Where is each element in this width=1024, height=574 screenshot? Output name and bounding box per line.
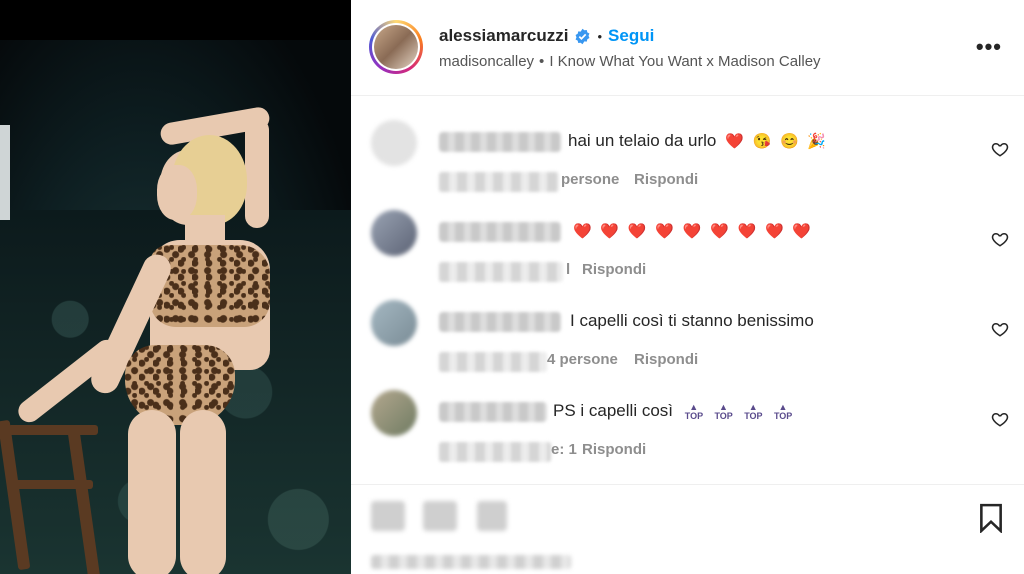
comment-item: I capelli così ti stanno benissimo 4 per… xyxy=(351,300,1024,390)
smile-emoji: 😊 xyxy=(779,133,799,150)
comment-likes[interactable]: persone xyxy=(561,171,619,188)
author-avatar[interactable] xyxy=(369,20,423,74)
post-detail-panel: alessiamarcuzzi • Segui madisoncalley • … xyxy=(351,0,1024,574)
top-arrow-emoji: ▲ TOP xyxy=(773,401,793,421)
likes-count-blurred[interactable] xyxy=(371,555,571,569)
audio-separator: • xyxy=(539,53,545,70)
comment-text: ❤️ ❤️ ❤️ ❤️ ❤️ ❤️ ❤️ ❤️ ❤️ xyxy=(569,221,811,241)
bookmark-icon[interactable] xyxy=(978,503,1004,533)
comment-likes[interactable]: 4 persone xyxy=(547,351,618,368)
comment-avatar[interactable] xyxy=(371,390,417,436)
post-photo[interactable] xyxy=(0,0,351,574)
heart-emoji: ❤️ xyxy=(655,223,674,240)
reply-button[interactable]: Rispondi xyxy=(582,261,646,278)
comment-meta-blurred xyxy=(439,442,551,462)
comment-avatar[interactable] xyxy=(371,300,417,346)
separator-dot: • xyxy=(597,28,603,44)
comment-username-blurred[interactable] xyxy=(439,402,547,422)
audio-owner[interactable]: madisoncalley xyxy=(439,53,534,70)
comment-likes[interactable]: l xyxy=(566,261,570,278)
comment-text: I capelli così ti stanno benissimo xyxy=(570,311,814,330)
heart-emoji: ❤️ xyxy=(600,223,620,240)
heart-emoji: ❤️ xyxy=(710,223,729,240)
top-arrow-emoji: ▲ TOP xyxy=(714,401,733,421)
heart-emoji: ❤️ xyxy=(627,223,647,240)
heart-emoji: ❤️ xyxy=(764,223,784,240)
heart-outline-icon[interactable] xyxy=(991,320,1009,338)
audio-title[interactable]: I Know What You Want x Madison Calley xyxy=(549,53,820,70)
photo-woman-figure xyxy=(0,0,351,574)
comment-username-blurred[interactable] xyxy=(439,132,561,152)
kiss-emoji: 😘 xyxy=(752,133,772,150)
more-options-icon[interactable]: ••• xyxy=(976,34,1002,60)
reply-button[interactable]: Rispondi xyxy=(634,171,698,188)
comment-icon[interactable] xyxy=(423,501,457,531)
reply-button[interactable]: Rispondi xyxy=(634,351,698,368)
heart-emoji: ❤️ xyxy=(573,223,592,240)
comment-item: hai un telaio da urlo ❤️ 😘 😊 🎉 persone R… xyxy=(351,120,1024,210)
author-line: alessiamarcuzzi • Segui xyxy=(439,26,654,46)
comment-username-blurred[interactable] xyxy=(439,312,561,332)
top-arrow-emoji: ▲ TOP xyxy=(684,401,704,421)
comment-avatar[interactable] xyxy=(371,120,417,166)
heart-outline-icon[interactable] xyxy=(991,410,1009,428)
comment-username-blurred[interactable] xyxy=(439,222,561,242)
share-icon[interactable] xyxy=(477,501,507,531)
comment-avatar[interactable] xyxy=(371,210,417,256)
comment-meta-blurred xyxy=(439,262,563,282)
comment-meta-blurred xyxy=(439,352,547,372)
heart-emoji: ❤️ xyxy=(682,223,702,240)
follow-button[interactable]: Segui xyxy=(608,26,654,46)
comment-text: PS i capelli così ▲ TOP ▲ TOP ▲ TOP ▲ TOP xyxy=(553,401,793,421)
verified-badge-icon xyxy=(576,28,590,44)
heart-emoji: ❤️ xyxy=(725,133,744,150)
comment-likes[interactable]: e: 1 xyxy=(551,441,577,458)
comment-text: hai un telaio da urlo ❤️ 😘 😊 🎉 xyxy=(568,131,827,150)
party-emoji: 🎉 xyxy=(807,133,827,150)
post-actions-bar xyxy=(351,484,1024,574)
author-username[interactable]: alessiamarcuzzi xyxy=(439,26,568,46)
heart-outline-icon[interactable] xyxy=(991,140,1009,158)
top-arrow-emoji: ▲ TOP xyxy=(744,401,763,421)
like-icon[interactable] xyxy=(371,501,405,531)
comment-item: ❤️ ❤️ ❤️ ❤️ ❤️ ❤️ ❤️ ❤️ ❤️ l Rispondi xyxy=(351,210,1024,300)
reply-button[interactable]: Rispondi xyxy=(582,441,646,458)
audio-line[interactable]: madisoncalley • I Know What You Want x M… xyxy=(439,53,821,70)
heart-outline-icon[interactable] xyxy=(991,230,1009,248)
heart-emoji: ❤️ xyxy=(737,223,757,240)
comment-item: PS i capelli così ▲ TOP ▲ TOP ▲ TOP ▲ TOP e:… xyxy=(351,390,1024,480)
heart-emoji: ❤️ xyxy=(792,223,812,240)
comment-meta-blurred xyxy=(439,172,559,192)
post-header: alessiamarcuzzi • Segui madisoncalley • … xyxy=(351,0,1024,96)
